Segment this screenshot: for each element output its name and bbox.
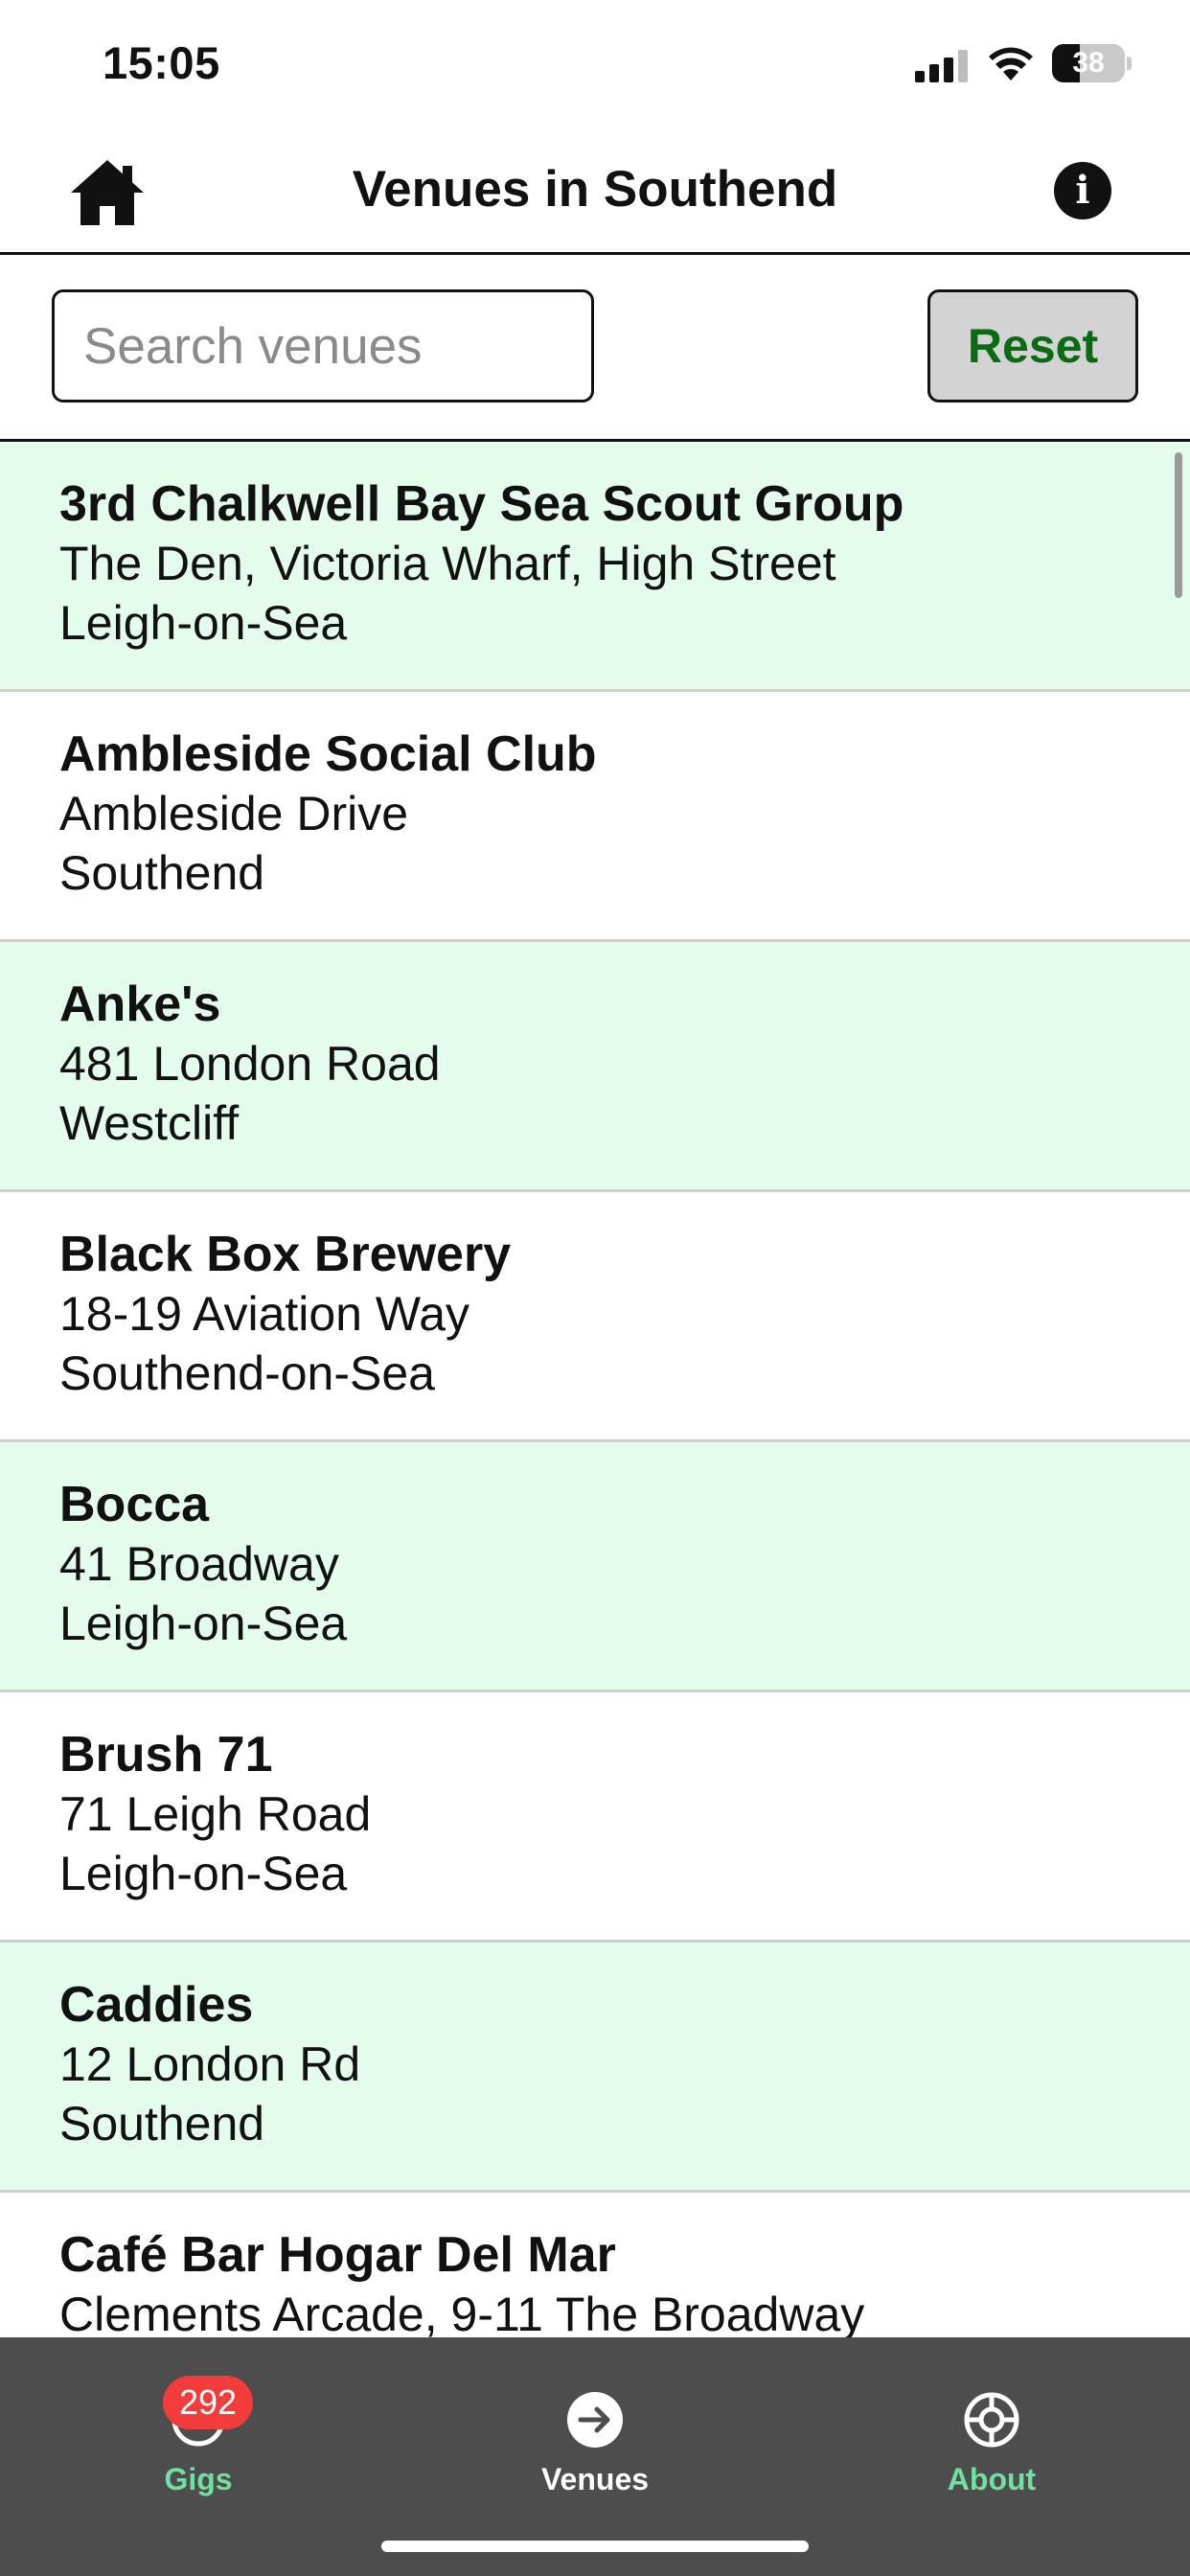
- tab-label: Gigs: [164, 2462, 233, 2496]
- venue-town: Leigh-on-Sea: [59, 1597, 348, 1650]
- venue-town: Southend: [59, 2097, 265, 2150]
- venue-address: 71 Leigh Road: [59, 1787, 372, 1841]
- list-item[interactable]: Black Box Brewery 18-19 Aviation Way Sou…: [0, 1192, 1190, 1442]
- list-item[interactable]: Anke's 481 London Road Westcliff: [0, 942, 1190, 1192]
- venue-name: Black Box Brewery: [59, 1227, 512, 1282]
- venue-town: Leigh-on-Sea: [59, 1847, 348, 1900]
- notification-badge: 292: [163, 2376, 253, 2429]
- status-time: 15:05: [103, 37, 220, 88]
- search-bar: Reset: [0, 255, 1190, 442]
- venue-address: 41 Broadway: [59, 1537, 339, 1591]
- tab-about[interactable]: About: [793, 2337, 1190, 2519]
- nav-header: Venues in Southend i: [0, 129, 1190, 255]
- arrow-right-circle-icon: [567, 2392, 623, 2448]
- venue-name: Caddies: [59, 1977, 254, 2033]
- venue-town: Southend-on-Sea: [59, 1346, 435, 1400]
- lifebuoy-icon: [964, 2392, 1019, 2448]
- tab-label: About: [947, 2462, 1037, 2496]
- venue-town: Westcliff: [59, 1096, 240, 1150]
- reset-button[interactable]: Reset: [927, 289, 1138, 402]
- tab-gigs[interactable]: 292 Gigs: [0, 2337, 397, 2519]
- venue-town: Leigh-on-Sea: [59, 596, 348, 650]
- list-item[interactable]: Ambleside Social Club Ambleside Drive So…: [0, 692, 1190, 942]
- venue-name: Café Bar Hogar Del Mar: [59, 2227, 616, 2283]
- list-item[interactable]: Brush 71 71 Leigh Road Leigh-on-Sea: [0, 1692, 1190, 1943]
- list-item[interactable]: Caddies 12 London Rd Southend: [0, 1943, 1190, 2193]
- venue-address: 481 London Road: [59, 1037, 441, 1091]
- venue-name: Anke's: [59, 977, 221, 1032]
- status-bar: 15:05 38: [0, 0, 1190, 129]
- cellular-signal-icon: [915, 50, 969, 82]
- scrollbar[interactable]: [1175, 452, 1182, 598]
- wifi-icon: [989, 47, 1033, 80]
- page-title: Venues in Southend: [352, 161, 838, 218]
- venue-address: Clements Arcade, 9-11 The Broadway: [59, 2288, 865, 2337]
- tab-label: Venues: [540, 2462, 650, 2496]
- list-item[interactable]: Bocca 41 Broadway Leigh-on-Sea: [0, 1442, 1190, 1692]
- list-item[interactable]: 3rd Chalkwell Bay Sea Scout Group The De…: [0, 442, 1190, 692]
- battery-tip: [1127, 57, 1132, 70]
- list-item[interactable]: Café Bar Hogar Del Mar Clements Arcade, …: [0, 2193, 1190, 2337]
- venue-name: Ambleside Social Club: [59, 726, 597, 782]
- venue-address: 12 London Rd: [59, 2037, 361, 2091]
- battery-percent: 38: [1072, 47, 1105, 79]
- venue-name: Bocca: [59, 1477, 210, 1532]
- venue-list[interactable]: 3rd Chalkwell Bay Sea Scout Group The De…: [0, 442, 1190, 2337]
- search-input[interactable]: [52, 289, 594, 402]
- home-indicator: [381, 2541, 809, 2552]
- venue-address: 18-19 Aviation Way: [59, 1287, 470, 1341]
- venue-name: Brush 71: [59, 1727, 273, 1782]
- venue-address: Ambleside Drive: [59, 787, 409, 840]
- info-icon[interactable]: i: [1054, 162, 1111, 219]
- battery-icon: 38: [1052, 44, 1125, 82]
- venue-town: Southend: [59, 846, 265, 900]
- tab-venues[interactable]: Venues: [397, 2337, 793, 2519]
- venue-name: 3rd Chalkwell Bay Sea Scout Group: [59, 476, 904, 532]
- venue-address: The Den, Victoria Wharf, High Street: [59, 537, 836, 590]
